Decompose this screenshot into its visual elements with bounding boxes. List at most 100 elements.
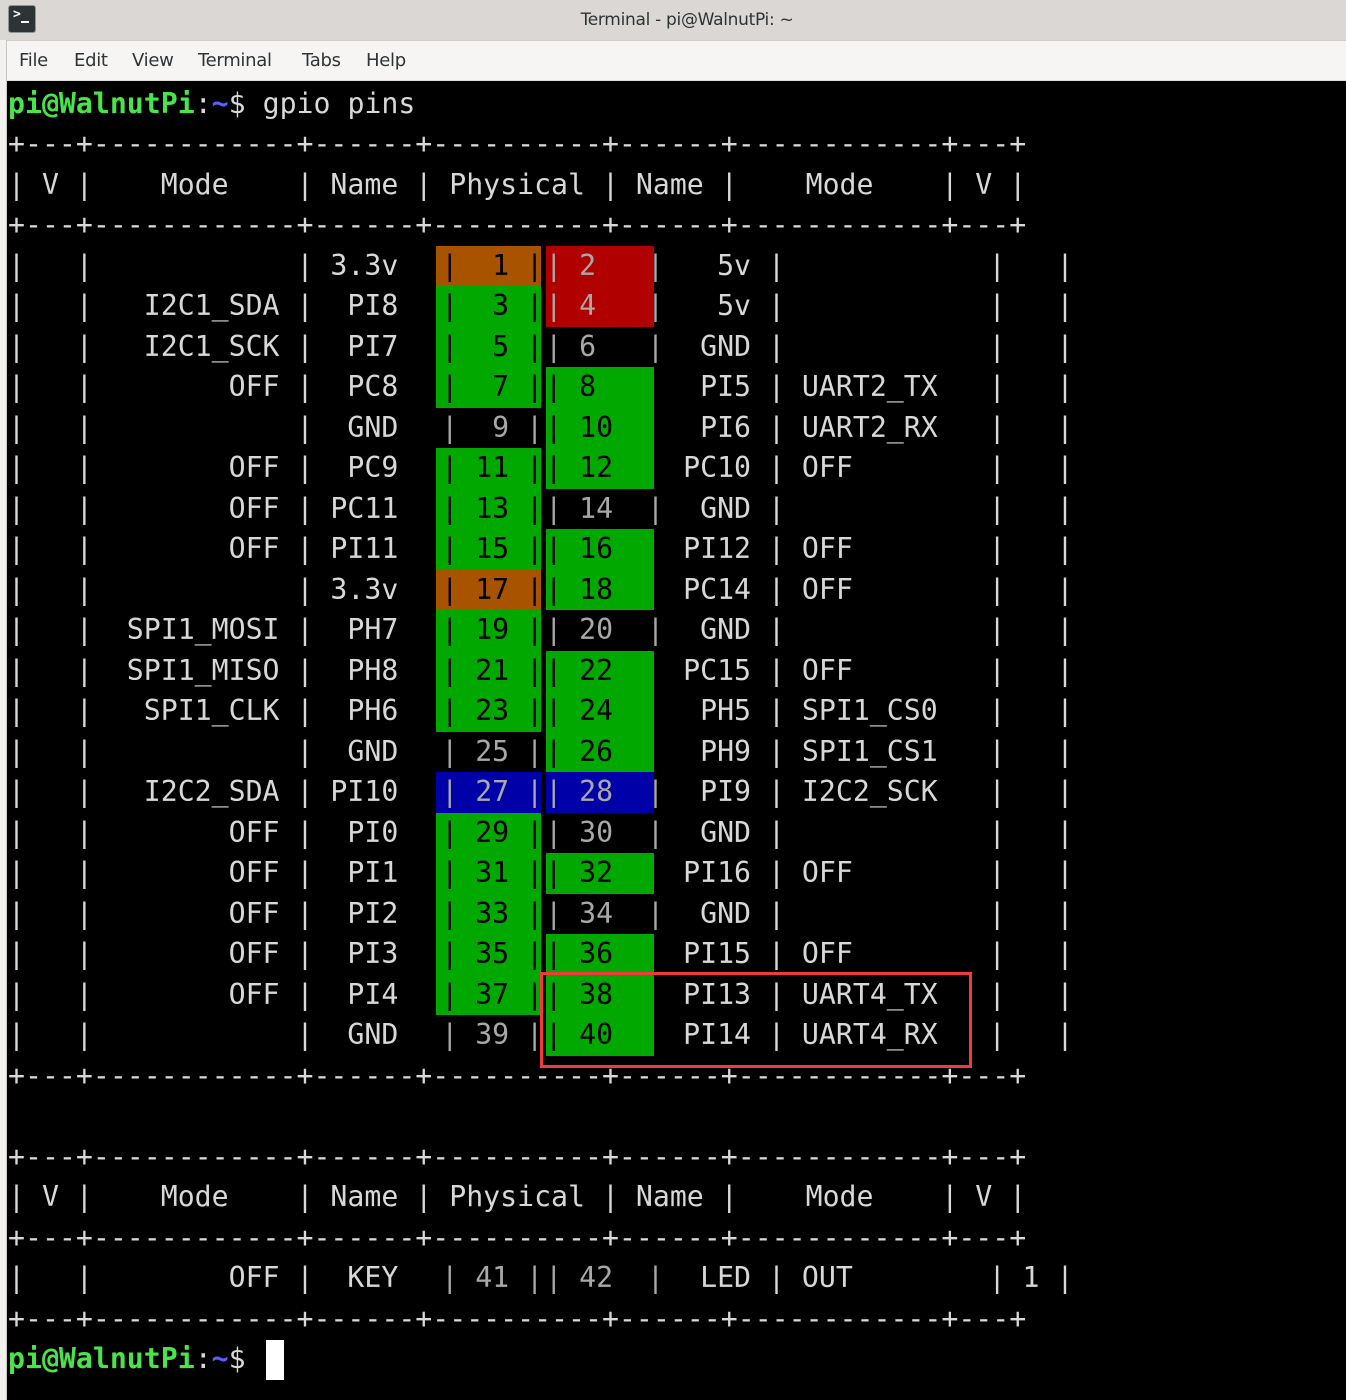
pin-number-27: | 27 | bbox=[441, 775, 544, 808]
row-right-text: PI12 | OFF | | bbox=[649, 532, 1074, 565]
table2-border-header: +---+------------+------+----------+----… bbox=[8, 1220, 1027, 1254]
prompt-path: ~ bbox=[211, 1342, 229, 1375]
pin-number-15: | 15 | bbox=[441, 532, 544, 565]
command-text: gpio pins bbox=[245, 87, 416, 120]
row-left-text: | | OFF | PC11 bbox=[8, 491, 416, 525]
pin-number-35: | 35 | bbox=[441, 937, 544, 970]
table2-header: | V | Mode | Name | Physical | Name | Mo… bbox=[8, 1180, 1027, 1213]
row-left-text: | | OFF | PC9 bbox=[8, 451, 416, 484]
pin-number-8: | 8 | bbox=[545, 370, 665, 403]
pin-number-10: | 10 | bbox=[545, 410, 665, 444]
pin-number-16: | 16 | bbox=[545, 532, 665, 565]
row-left-text: | | SPI1_MOSI | PH7 bbox=[8, 613, 416, 646]
prompt-user-host: pi@WalnutPi bbox=[8, 1342, 195, 1375]
pin-number-41: | 41 | bbox=[441, 1261, 544, 1294]
pin-number-26: | 26 | bbox=[545, 734, 665, 768]
pin-number-22: | 22 | bbox=[545, 653, 665, 687]
row-right-text: GND | | | bbox=[649, 613, 1074, 646]
pin-number-5: | 5 | bbox=[441, 329, 544, 363]
pin-number-19: | 19 | bbox=[441, 613, 544, 646]
text-cursor[interactable] bbox=[265, 1340, 284, 1380]
row-left-text: | | OFF | PC8 bbox=[8, 370, 416, 403]
row-right-text: PI15 | OFF | | bbox=[649, 937, 1074, 970]
row-right-text: PH9 | SPI1_CS1 | | bbox=[649, 734, 1074, 768]
row-left-text: | | OFF | PI1 bbox=[8, 856, 416, 889]
menu-view[interactable]: View bbox=[132, 41, 174, 80]
title-bar[interactable]: > Terminal - pi@WalnutPi: ~ bbox=[0, 0, 1346, 41]
row-right-text: PC10 | OFF | | bbox=[649, 451, 1074, 484]
row-right-text: PC14 | OFF | | bbox=[649, 572, 1074, 606]
pin-number-6: | 6 | bbox=[545, 329, 665, 363]
row-left-text: | | OFF | PI4 bbox=[8, 977, 416, 1011]
pin-number-7: | 7 | bbox=[441, 370, 544, 403]
pin-number-21: | 21 | bbox=[441, 653, 544, 687]
pin-number-13: | 13 | bbox=[441, 491, 544, 525]
terminal-window: > Terminal - pi@WalnutPi: ~ File Edit Vi… bbox=[0, 0, 1346, 1400]
pin-number-31: | 31 | bbox=[441, 856, 544, 889]
menu-tabs[interactable]: Tabs bbox=[302, 41, 341, 80]
pin-number-2: | 2 | bbox=[545, 248, 665, 282]
pin-number-30: | 30 | bbox=[545, 815, 665, 849]
pin-number-18: | 18 | bbox=[545, 572, 665, 606]
pin-number-23: | 23 | bbox=[441, 694, 544, 727]
pin-number-34: | 34 | bbox=[545, 896, 665, 930]
pin-number-4: | 4 | bbox=[545, 289, 665, 322]
row-right-text: 5v | | | bbox=[649, 289, 1074, 322]
table2-border-bottom: +---+------------+------+----------+----… bbox=[8, 1301, 1027, 1335]
pin-number-28: | 28 | bbox=[545, 775, 665, 808]
row-left-text: | | SPI1_MISO | PH8 bbox=[8, 653, 416, 687]
pin-number-24: | 24 | bbox=[545, 694, 665, 727]
pin-number-14: | 14 | bbox=[545, 491, 665, 525]
row-left-text: | | | GND bbox=[8, 410, 416, 444]
row-left-text: | | | GND bbox=[8, 1018, 416, 1051]
row-left-text: | | SPI1_CLK | PH6 bbox=[8, 694, 416, 727]
row-left-text: | | OFF | PI3 bbox=[8, 937, 416, 970]
pin-number-17: | 17 | bbox=[441, 572, 544, 606]
row-left-text: | | | 3.3v bbox=[8, 572, 416, 606]
row-left-text: | | OFF | PI2 bbox=[8, 896, 416, 930]
table-border-header: +---+------------+------+----------+----… bbox=[8, 208, 1027, 241]
menu-file[interactable]: File bbox=[19, 41, 48, 80]
menu-terminal[interactable]: Terminal bbox=[198, 41, 272, 80]
pin-number-32: | 32 | bbox=[545, 856, 665, 889]
row-left-text: | | I2C1_SCK | PI7 bbox=[8, 329, 416, 363]
menu-help[interactable]: Help bbox=[366, 41, 406, 80]
prompt-path: ~ bbox=[211, 87, 229, 120]
row-left-text: | | I2C2_SDA | PI10 bbox=[8, 775, 416, 808]
prompt-colon: : bbox=[194, 87, 212, 120]
highlight-box-uart4 bbox=[540, 972, 972, 1068]
row-left-text: | | OFF | PI0 bbox=[8, 815, 416, 849]
row-right-text: LED | OUT | 1 | bbox=[649, 1261, 1074, 1294]
pin-number-29: | 29 | bbox=[441, 815, 544, 849]
pin-number-1: | 1 | bbox=[441, 248, 544, 282]
pin-number-37: | 37 | bbox=[441, 977, 544, 1011]
row-left-text: | | OFF | KEY bbox=[8, 1261, 416, 1294]
row-left-text: | | | 3.3v bbox=[8, 248, 416, 282]
table-header: | V | Mode | Name | Physical | Name | Mo… bbox=[8, 167, 1027, 201]
prompt-dollar: $ bbox=[228, 1342, 246, 1375]
table-border-top: +---+------------+------+----------+----… bbox=[8, 127, 1027, 160]
pin-number-9: | 9 | bbox=[441, 410, 544, 444]
row-right-text: PI5 | UART2_TX | | bbox=[649, 370, 1074, 403]
prompt-line: pi@WalnutPi:~$ gpio pins bbox=[8, 84, 415, 125]
row-left-text: | | | GND bbox=[8, 734, 416, 768]
row-left-text: | | I2C1_SDA | PI8 bbox=[8, 289, 416, 322]
row-right-text: GND | | | bbox=[649, 815, 1074, 849]
pin-number-20: | 20 | bbox=[545, 613, 665, 646]
prompt-line: pi@WalnutPi:~$ bbox=[8, 1339, 246, 1380]
pin-number-12: | 12 | bbox=[545, 451, 665, 484]
row-right-text: PI9 | I2C2_SCK | | bbox=[649, 775, 1074, 808]
window-title: Terminal - pi@WalnutPi: ~ bbox=[580, 10, 794, 30]
pin-number-25: | 25 | bbox=[441, 734, 544, 768]
row-right-text: GND | | | bbox=[649, 329, 1074, 363]
menu-edit[interactable]: Edit bbox=[74, 41, 108, 80]
row-right-text: GND | | | bbox=[649, 491, 1074, 525]
prompt-colon: : bbox=[194, 1342, 212, 1375]
row-right-text: PH5 | SPI1_CS0 | | bbox=[649, 694, 1074, 727]
menu-bar: File Edit View Terminal Tabs Help bbox=[0, 41, 1346, 81]
row-left-text: | | OFF | PI11 bbox=[8, 532, 416, 565]
pin-number-36: | 36 | bbox=[545, 937, 665, 970]
prompt-dollar: $ bbox=[228, 87, 246, 120]
prompt-user-host: pi@WalnutPi bbox=[8, 87, 195, 120]
row-right-text: PI6 | UART2_RX | | bbox=[649, 410, 1074, 444]
